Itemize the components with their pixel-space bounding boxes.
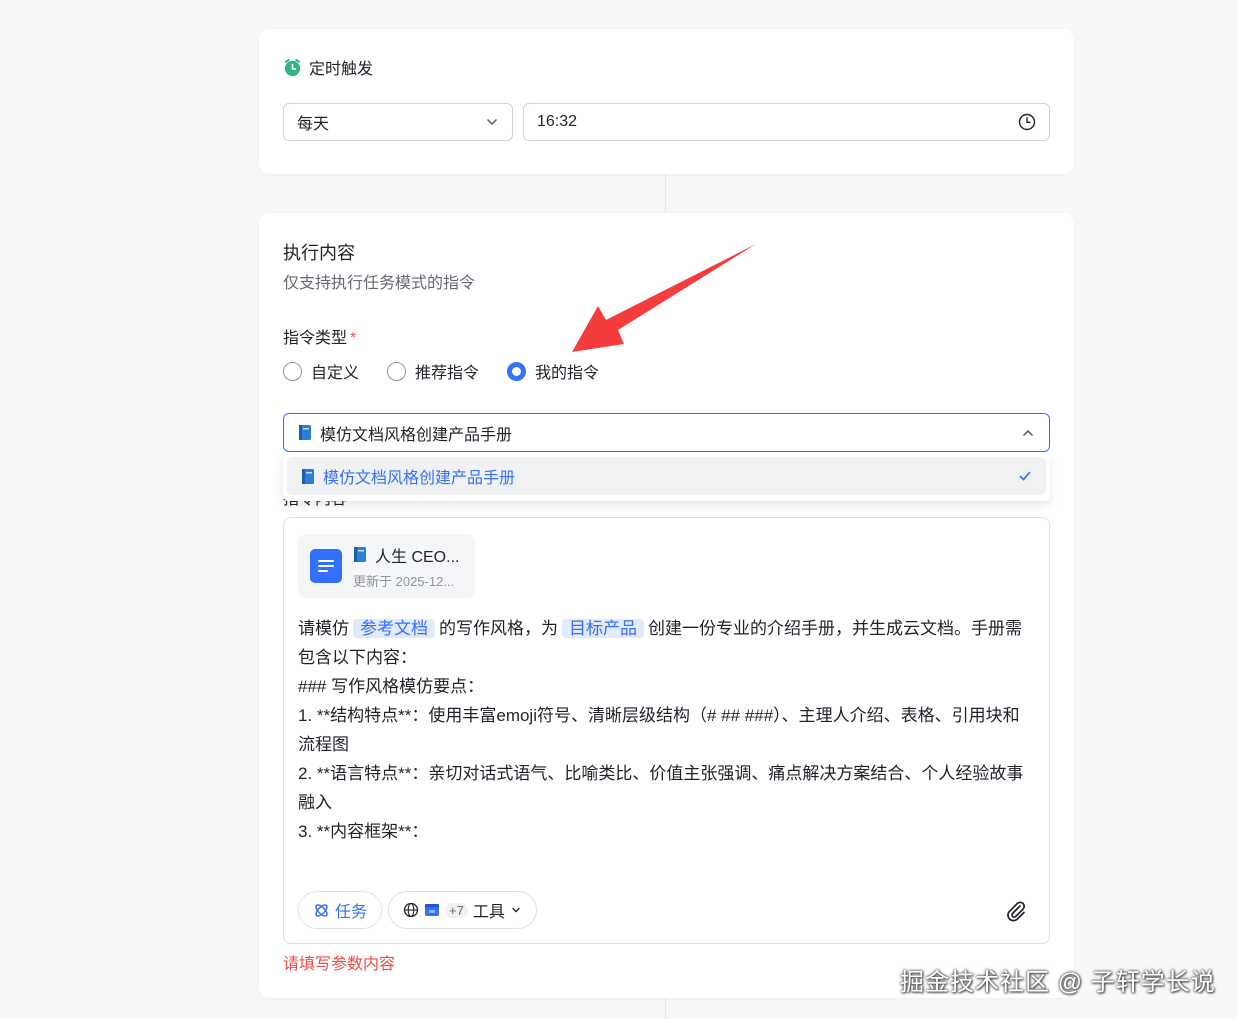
time-value: 16:32 (537, 113, 578, 130)
globe-icon (403, 902, 419, 918)
alarm-clock-icon (284, 58, 301, 76)
chevron-up-icon (1023, 429, 1033, 436)
doc-title: 人生 CEO... (375, 548, 460, 566)
radio-custom[interactable]: 自定义 (283, 359, 359, 383)
blue-book-icon (354, 547, 366, 562)
instruction-body[interactable]: 请模仿 参考文档 的写作风格，为 目标产品 创建一份专业的介绍手册，并生成云文档。手册需… (298, 614, 1032, 846)
task-button[interactable]: 任务 (298, 891, 383, 929)
selected-instruction: 模仿文档风格创建产品手册 (320, 426, 513, 444)
section-subtitle: 仅支持执行任务模式的指令 (283, 275, 476, 292)
radio-circle[interactable] (387, 361, 407, 381)
trigger-card: 定时触发 每天 16:32 (259, 29, 1074, 174)
tools-button[interactable]: +7 工具 (388, 891, 537, 929)
clock-icon (1018, 113, 1036, 131)
watermark: 掘金技术社区 @ 子轩学长说 (900, 969, 1216, 996)
trigger-title: 定时触发 (309, 61, 374, 78)
checkmark-icon (1019, 471, 1031, 481)
tools-extra-count: +7 (445, 902, 468, 918)
frequency-select[interactable]: 每天 (283, 103, 513, 141)
instruction-select[interactable]: 模仿文档风格创建产品手册 (283, 413, 1050, 452)
attachment-icon[interactable] (1005, 900, 1027, 922)
time-picker[interactable]: 16:32 (523, 103, 1050, 141)
dropdown-option[interactable]: 模仿文档风格创建产品手册 (287, 457, 1046, 495)
radio-my-instructions[interactable]: 我的指令 (507, 359, 599, 383)
param-tag-reference-doc[interactable]: 参考文档 (353, 619, 435, 638)
radio-circle-checked[interactable] (507, 361, 527, 381)
task-label: 任务 (335, 904, 368, 921)
chevron-down-icon (487, 119, 497, 126)
timeline-line-bottom (665, 998, 666, 1019)
instruction-editor[interactable]: 人生 CEO... 更新于 2025-12... 请模仿 参考文档 的写作风格，为目… (283, 517, 1050, 944)
instruction-type-label: 指令类型 * (283, 330, 357, 347)
chevron-down-icon (512, 907, 520, 913)
instruction-type-radio-group: 自定义 推荐指令 我的指令 (283, 359, 599, 383)
blue-book-icon (299, 425, 311, 440)
task-icon (315, 903, 328, 917)
app-window-icon (425, 904, 439, 916)
section-title: 执行内容 (283, 243, 355, 263)
radio-circle[interactable] (283, 361, 302, 381)
radio-label: 自定义 (311, 365, 360, 382)
doc-updated-date: 更新于 2025-12... (353, 573, 455, 589)
document-icon (310, 549, 342, 583)
annotation-arrow (572, 244, 756, 352)
radio-label: 推荐指令 (415, 365, 480, 382)
required-mark: * (350, 330, 357, 347)
error-message: 请填写参数内容 (283, 956, 396, 973)
param-tag-target-product[interactable]: 目标产品 (562, 619, 644, 638)
trigger-header: 定时触发 (283, 55, 373, 79)
reference-doc-card[interactable]: 人生 CEO... 更新于 2025-12... (298, 534, 475, 598)
blue-book-icon (302, 468, 314, 484)
radio-label: 我的指令 (535, 365, 600, 382)
radio-recommended[interactable]: 推荐指令 (387, 359, 479, 383)
tools-label: 工具 (472, 904, 505, 921)
dropdown-option-label: 模仿文档风格创建产品手册 (323, 470, 516, 487)
frequency-value: 每天 (297, 116, 330, 133)
instruction-dropdown: 模仿文档风格创建产品手册 (283, 453, 1050, 501)
timeline-line-top (665, 174, 666, 213)
